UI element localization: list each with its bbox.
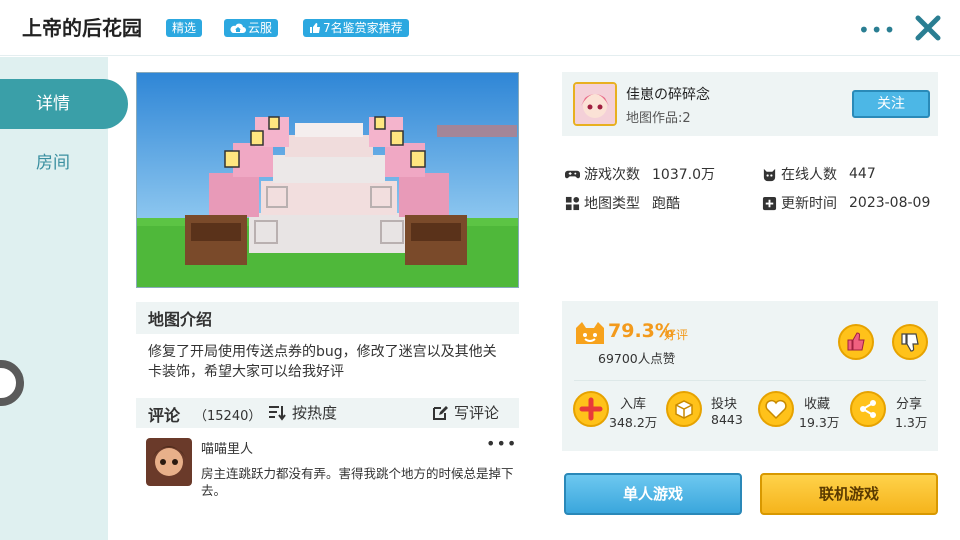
stat-plays-label: 游戏次数 [584, 167, 640, 183]
multiplayer-button[interactable]: 联机游戏 [760, 473, 938, 515]
favorite-button[interactable] [758, 391, 794, 427]
commenter-name[interactable]: 喵喵里人 [201, 438, 253, 457]
comment-more-button[interactable]: ••• [486, 434, 517, 453]
page-title: 上帝的后花园 [22, 16, 142, 40]
dislike-button[interactable] [892, 324, 928, 360]
thumb-up-icon [310, 23, 320, 33]
intro-text: 修复了开局使用传送点券的bug，修改了迷宫以及其他关卡装饰，希望大家可以给我好评 [148, 344, 497, 380]
action-favorite-value: 19.3万 [799, 415, 840, 430]
close-button[interactable] [914, 14, 942, 42]
stat-plays-value: 1037.0万 [652, 167, 715, 183]
more-options-button[interactable]: ••• [858, 18, 895, 42]
gamepad-icon [565, 170, 580, 178]
grid-category-icon [565, 196, 580, 210]
plus-icon [579, 397, 603, 421]
action-share-label: 分享 [896, 397, 923, 412]
action-library-value: 348.2万 [609, 415, 658, 430]
author-works: 地图作品:2 [626, 111, 691, 126]
heart-icon [765, 399, 787, 420]
stat-updated: 更新时间 2023-08-09 [762, 193, 930, 213]
rating-count: 69700人点赞 [598, 351, 676, 366]
update-icon [762, 196, 777, 210]
close-icon [915, 15, 941, 41]
stat-updated-value: 2023-08-09 [849, 195, 931, 211]
thumb-down-icon [901, 333, 919, 352]
action-library-label: 入库 [620, 397, 647, 412]
action-favorite-label: 收藏 [804, 397, 831, 412]
author-avatar-image [575, 84, 615, 124]
sidebar [0, 57, 108, 540]
badge-recommended: 7名鉴赏家推荐 [303, 19, 409, 37]
comments-count: （15240） [194, 409, 262, 424]
write-comment-button[interactable]: 写评论 [432, 402, 499, 423]
follow-button[interactable]: 关注 [852, 90, 930, 118]
badge-cloud-label: 云服 [248, 21, 273, 35]
action-block-label: 投块 [711, 397, 738, 412]
badge-cloud-server: 云服 [224, 19, 279, 37]
comment-text: 房主连跳跃力都没有弄。害得我跳个地方的时候总是掉下去。 [201, 466, 514, 498]
badge-recommended-label: 7名鉴赏家推荐 [323, 21, 403, 35]
stat-online: 在线人数 447 [762, 164, 876, 184]
panel-divider [574, 380, 926, 381]
edit-icon [433, 405, 448, 420]
action-block-value: 8443 [711, 412, 743, 427]
cloud-home-icon [230, 23, 246, 33]
stat-online-value: 447 [849, 166, 876, 182]
vote-block-button[interactable] [666, 391, 702, 427]
author-avatar[interactable] [573, 82, 617, 126]
share-icon [860, 400, 876, 418]
stat-updated-label: 更新时间 [781, 196, 837, 212]
map-scene-illustration [137, 73, 518, 287]
comments-title: 评论 [148, 406, 181, 425]
single-player-button[interactable]: 单人游戏 [564, 473, 742, 515]
map-preview-image[interactable] [136, 72, 519, 288]
stat-type-value: 跑酷 [652, 196, 680, 212]
stat-plays: 游戏次数 1037.0万 [565, 164, 715, 184]
like-button[interactable] [838, 324, 874, 360]
action-share-value: 1.3万 [895, 415, 928, 430]
stat-map-type: 地图类型 跑酷 [565, 193, 680, 213]
header-bar [0, 0, 960, 56]
sort-by-popularity-button[interactable]: 按热度 [268, 402, 337, 423]
commenter-avatar-image [146, 438, 192, 486]
write-comment-label: 写评论 [454, 404, 500, 422]
badge-featured: 精选 [166, 19, 203, 37]
tab-details[interactable]: 详情 [0, 79, 128, 129]
stat-type-label: 地图类型 [584, 196, 640, 212]
rating-word: 好评 [664, 328, 689, 342]
share-button[interactable] [850, 391, 886, 427]
sort-icon [269, 405, 286, 421]
tab-rooms[interactable]: 房间 [0, 140, 108, 186]
thumb-up-icon [847, 332, 865, 351]
add-to-library-button[interactable] [573, 391, 609, 427]
block-icon [675, 400, 693, 419]
author-name[interactable]: 佳崽の碎碎念 [626, 84, 710, 104]
sort-label: 按热度 [292, 404, 338, 422]
smile-rating-icon [576, 322, 604, 344]
stat-online-label: 在线人数 [781, 167, 837, 183]
online-users-icon [763, 168, 776, 181]
intro-title: 地图介绍 [148, 310, 213, 329]
commenter-avatar[interactable] [146, 438, 192, 486]
